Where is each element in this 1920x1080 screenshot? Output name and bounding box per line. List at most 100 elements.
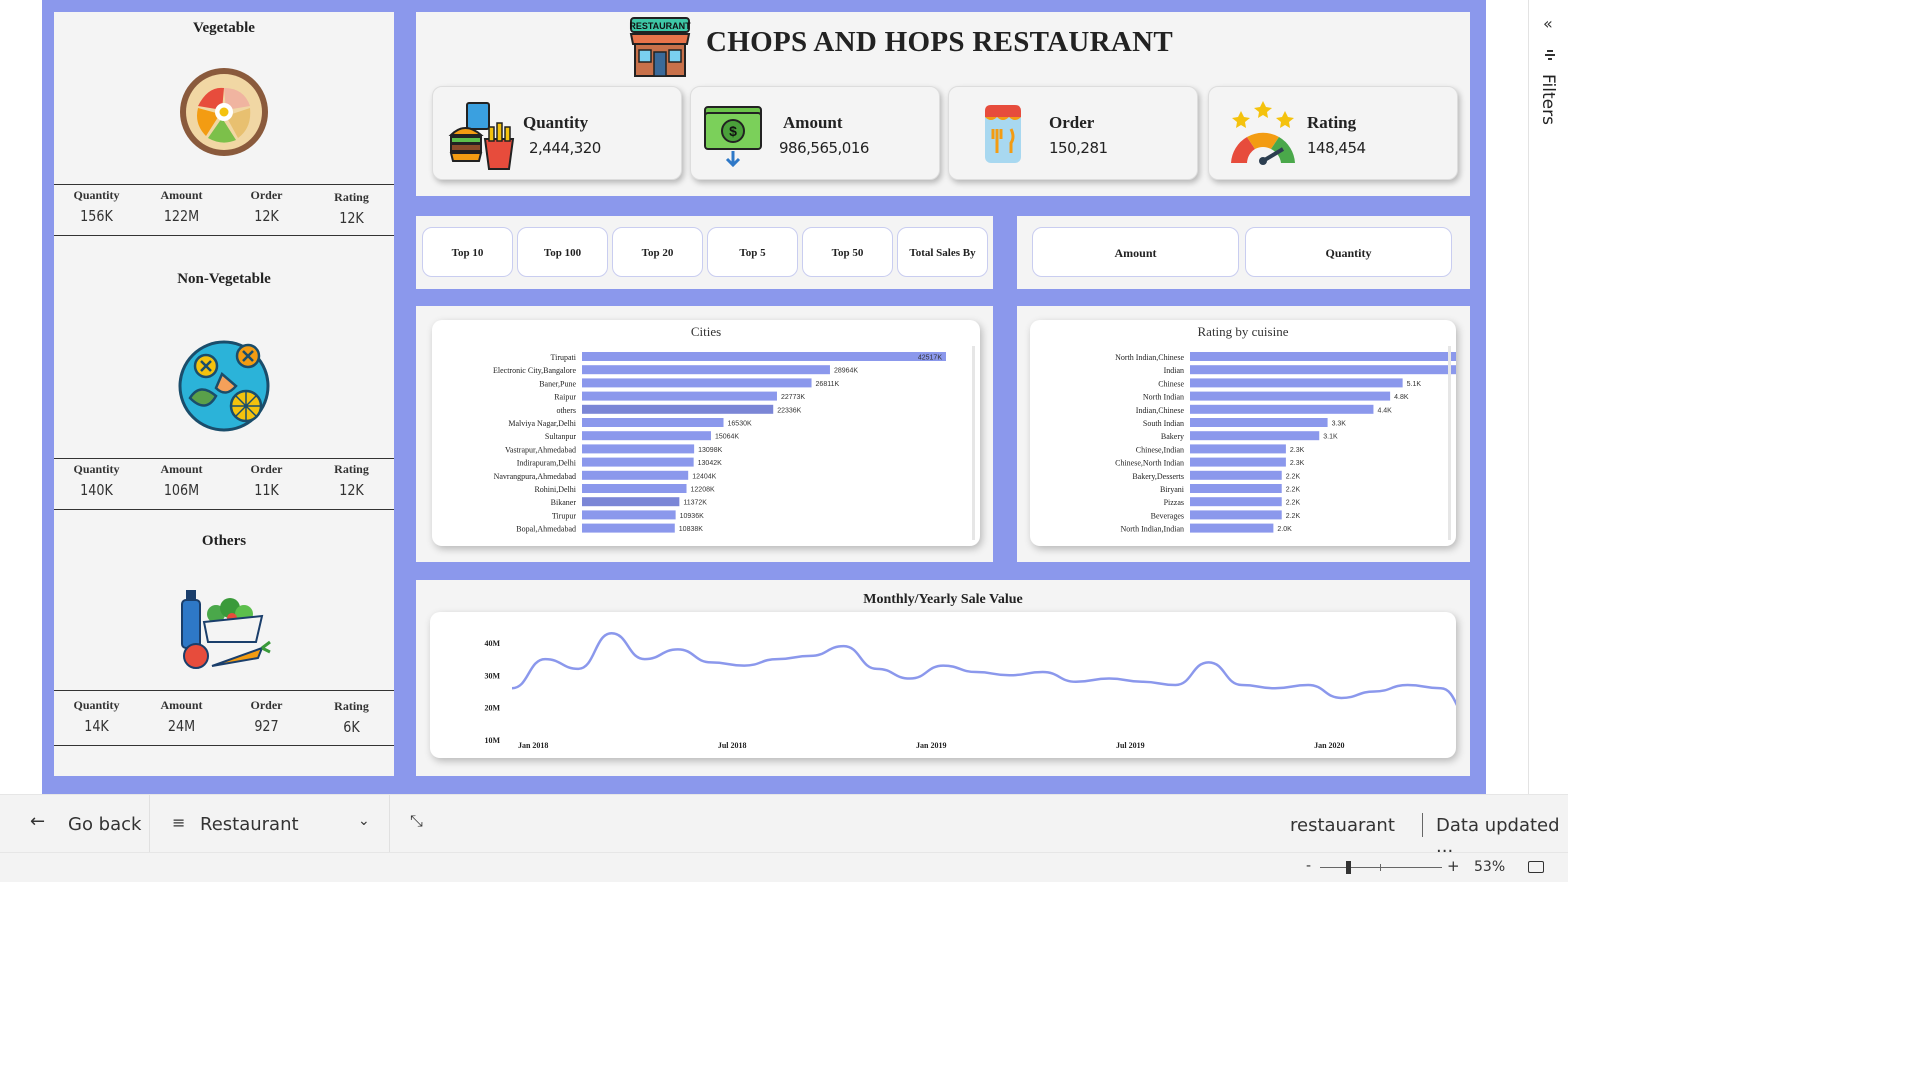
go-back-button[interactable]: ← Go back <box>0 795 150 853</box>
data-label: 16530K <box>728 421 752 428</box>
page-title: CHOPS AND HOPS RESTAURANT <box>706 26 1173 58</box>
x-tick-label: Jan 2020 <box>1314 741 1344 750</box>
scrollbar[interactable] <box>972 346 975 540</box>
data-label: 22336K <box>777 407 801 414</box>
category-label: Tirupati <box>551 353 577 362</box>
kpi-card-rating: Rating 148,454 <box>1208 86 1458 180</box>
data-label: 12404K <box>692 473 716 480</box>
kpi-value: 986,565,016 <box>779 139 869 157</box>
category-label: Indian,Chinese <box>1136 406 1185 415</box>
slicer-top-100[interactable]: Top 100 <box>517 227 608 277</box>
data-label: 15064K <box>715 434 739 441</box>
stat-quantity: Quantity 156K <box>54 185 139 235</box>
vegetable-bowl-icon <box>178 66 270 163</box>
stat-amount: Amount 24M <box>139 691 224 745</box>
bar <box>582 404 774 414</box>
bar <box>582 431 711 441</box>
scrollbar[interactable] <box>1448 346 1451 540</box>
chart-title: Monthly/Yearly Sale Value <box>863 592 1023 607</box>
category-panel: Vegetable Quantity 156K Amount 122M Order 1… <box>54 12 394 776</box>
page-select-label: Restaurant <box>200 814 299 835</box>
data-label: 42517K <box>918 355 942 362</box>
kpi-value: 148,454 <box>1307 139 1366 157</box>
slicer-top-5[interactable]: Top 5 <box>707 227 798 277</box>
bar <box>582 497 680 507</box>
collapse-view-icon[interactable]: ⤡ <box>410 811 423 831</box>
cities-bar-chart: Tirupati 42517K Electronic City,Bangalore 2… <box>493 352 946 534</box>
bar <box>1190 418 1328 427</box>
bar <box>1190 352 1456 361</box>
slicer-top-10[interactable]: Top 10 <box>422 227 513 277</box>
bar <box>582 418 724 427</box>
category-label: others <box>556 406 576 415</box>
zoom-level: 53% <box>1474 859 1506 875</box>
data-label: 2.3K <box>1290 447 1305 454</box>
filters-label[interactable]: Filters <box>1538 74 1558 125</box>
bar <box>1190 470 1282 480</box>
category-label: North Indian <box>1143 393 1184 402</box>
category-label: Chinese,Indian <box>1136 445 1184 454</box>
non-veg-order: 11K <box>254 481 279 499</box>
category-label: Bakery <box>1161 432 1184 441</box>
others-stats: Quantity 14K Amount 24M Order 927 Rating 6K <box>54 690 394 746</box>
restaurant-logo-icon: RESTAURANT <box>629 16 691 83</box>
bar <box>582 523 675 533</box>
collapse-pane-icon[interactable]: « <box>1543 14 1553 33</box>
stat-rating: Rating 12K <box>309 185 394 235</box>
data-label: 22773K <box>781 394 805 401</box>
bar <box>1190 484 1282 493</box>
vegetable-quantity: 156K <box>80 207 113 225</box>
zoom-in-button[interactable]: + <box>1447 857 1460 875</box>
sales-line-chart: 10M 20M 30M 40M Jan 2018 Jul 2018 Jan 2019 Jul … <box>484 631 1456 750</box>
rating-gauge-icon <box>1227 97 1299 174</box>
go-back-label: Go back <box>68 814 142 835</box>
bar <box>582 391 777 401</box>
slicer-top-20[interactable]: Top 20 <box>612 227 703 277</box>
bar <box>582 470 689 480</box>
zoom-slider-tick <box>1380 864 1381 871</box>
page-selector[interactable]: ≡ Restaurant ⌄ <box>150 795 390 853</box>
x-tick-label: Jul 2018 <box>718 741 747 750</box>
others-amount: 24M <box>167 717 196 735</box>
data-label: 2.0K <box>1277 526 1292 533</box>
bar <box>1190 431 1320 441</box>
category-title: Non-Vegetable <box>177 271 271 287</box>
category-title: Vegetable <box>193 20 255 36</box>
kpi-label: Amount <box>783 113 843 132</box>
bar <box>1190 497 1282 507</box>
cuisine-bar-chart: North Indian,Chinese6.5KIndian6.4KChines… <box>1115 352 1456 534</box>
category-label: Indirapuram,Delhi <box>517 459 577 468</box>
report-name: restauarant <box>1290 815 1395 836</box>
category-label: Bopal,Ahmedabad <box>516 525 576 534</box>
slicer-total-sales-by[interactable]: Total Sales By <box>897 227 988 277</box>
data-updated-status[interactable]: Data updated ... <box>1436 815 1568 857</box>
slicer-quantity[interactable]: Quantity <box>1245 227 1452 277</box>
bar <box>1190 457 1286 467</box>
stat-amount: Amount 122M <box>139 185 224 235</box>
fit-to-page-icon[interactable] <box>1528 861 1544 873</box>
category-label: Biryani <box>1160 485 1185 494</box>
slicer-top-50[interactable]: Top 50 <box>802 227 893 277</box>
bar <box>1190 404 1374 414</box>
kpi-value: 2,444,320 <box>529 139 601 157</box>
category-label: Bakery,Desserts <box>1132 472 1184 481</box>
data-label: 3.3K <box>1332 421 1347 428</box>
category-label: Pizzas <box>1164 498 1184 507</box>
zoom-out-button[interactable]: - <box>1306 858 1311 874</box>
data-label: 26811K <box>816 381 840 388</box>
y-tick-label: 20M <box>484 704 500 713</box>
slicer-amount[interactable]: Amount <box>1032 227 1239 277</box>
cities-chart-card: Cities Tirupati 42517K Electronic City,Ban… <box>432 320 980 546</box>
category-label: Tirupur <box>552 511 576 520</box>
zoom-slider[interactable] <box>1320 861 1442 874</box>
stat-amount: Amount 106M <box>139 459 224 509</box>
category-label: Indian <box>1164 366 1184 375</box>
bar <box>582 378 812 388</box>
y-tick-label: 40M <box>484 639 500 648</box>
grocery-items-icon <box>176 586 272 679</box>
bar <box>582 444 695 454</box>
data-label: 11372K <box>683 500 707 507</box>
others-quantity: 14K <box>84 717 109 735</box>
zoom-slider-thumb[interactable] <box>1346 861 1351 874</box>
category-label: Rohini,Delhi <box>534 485 576 494</box>
